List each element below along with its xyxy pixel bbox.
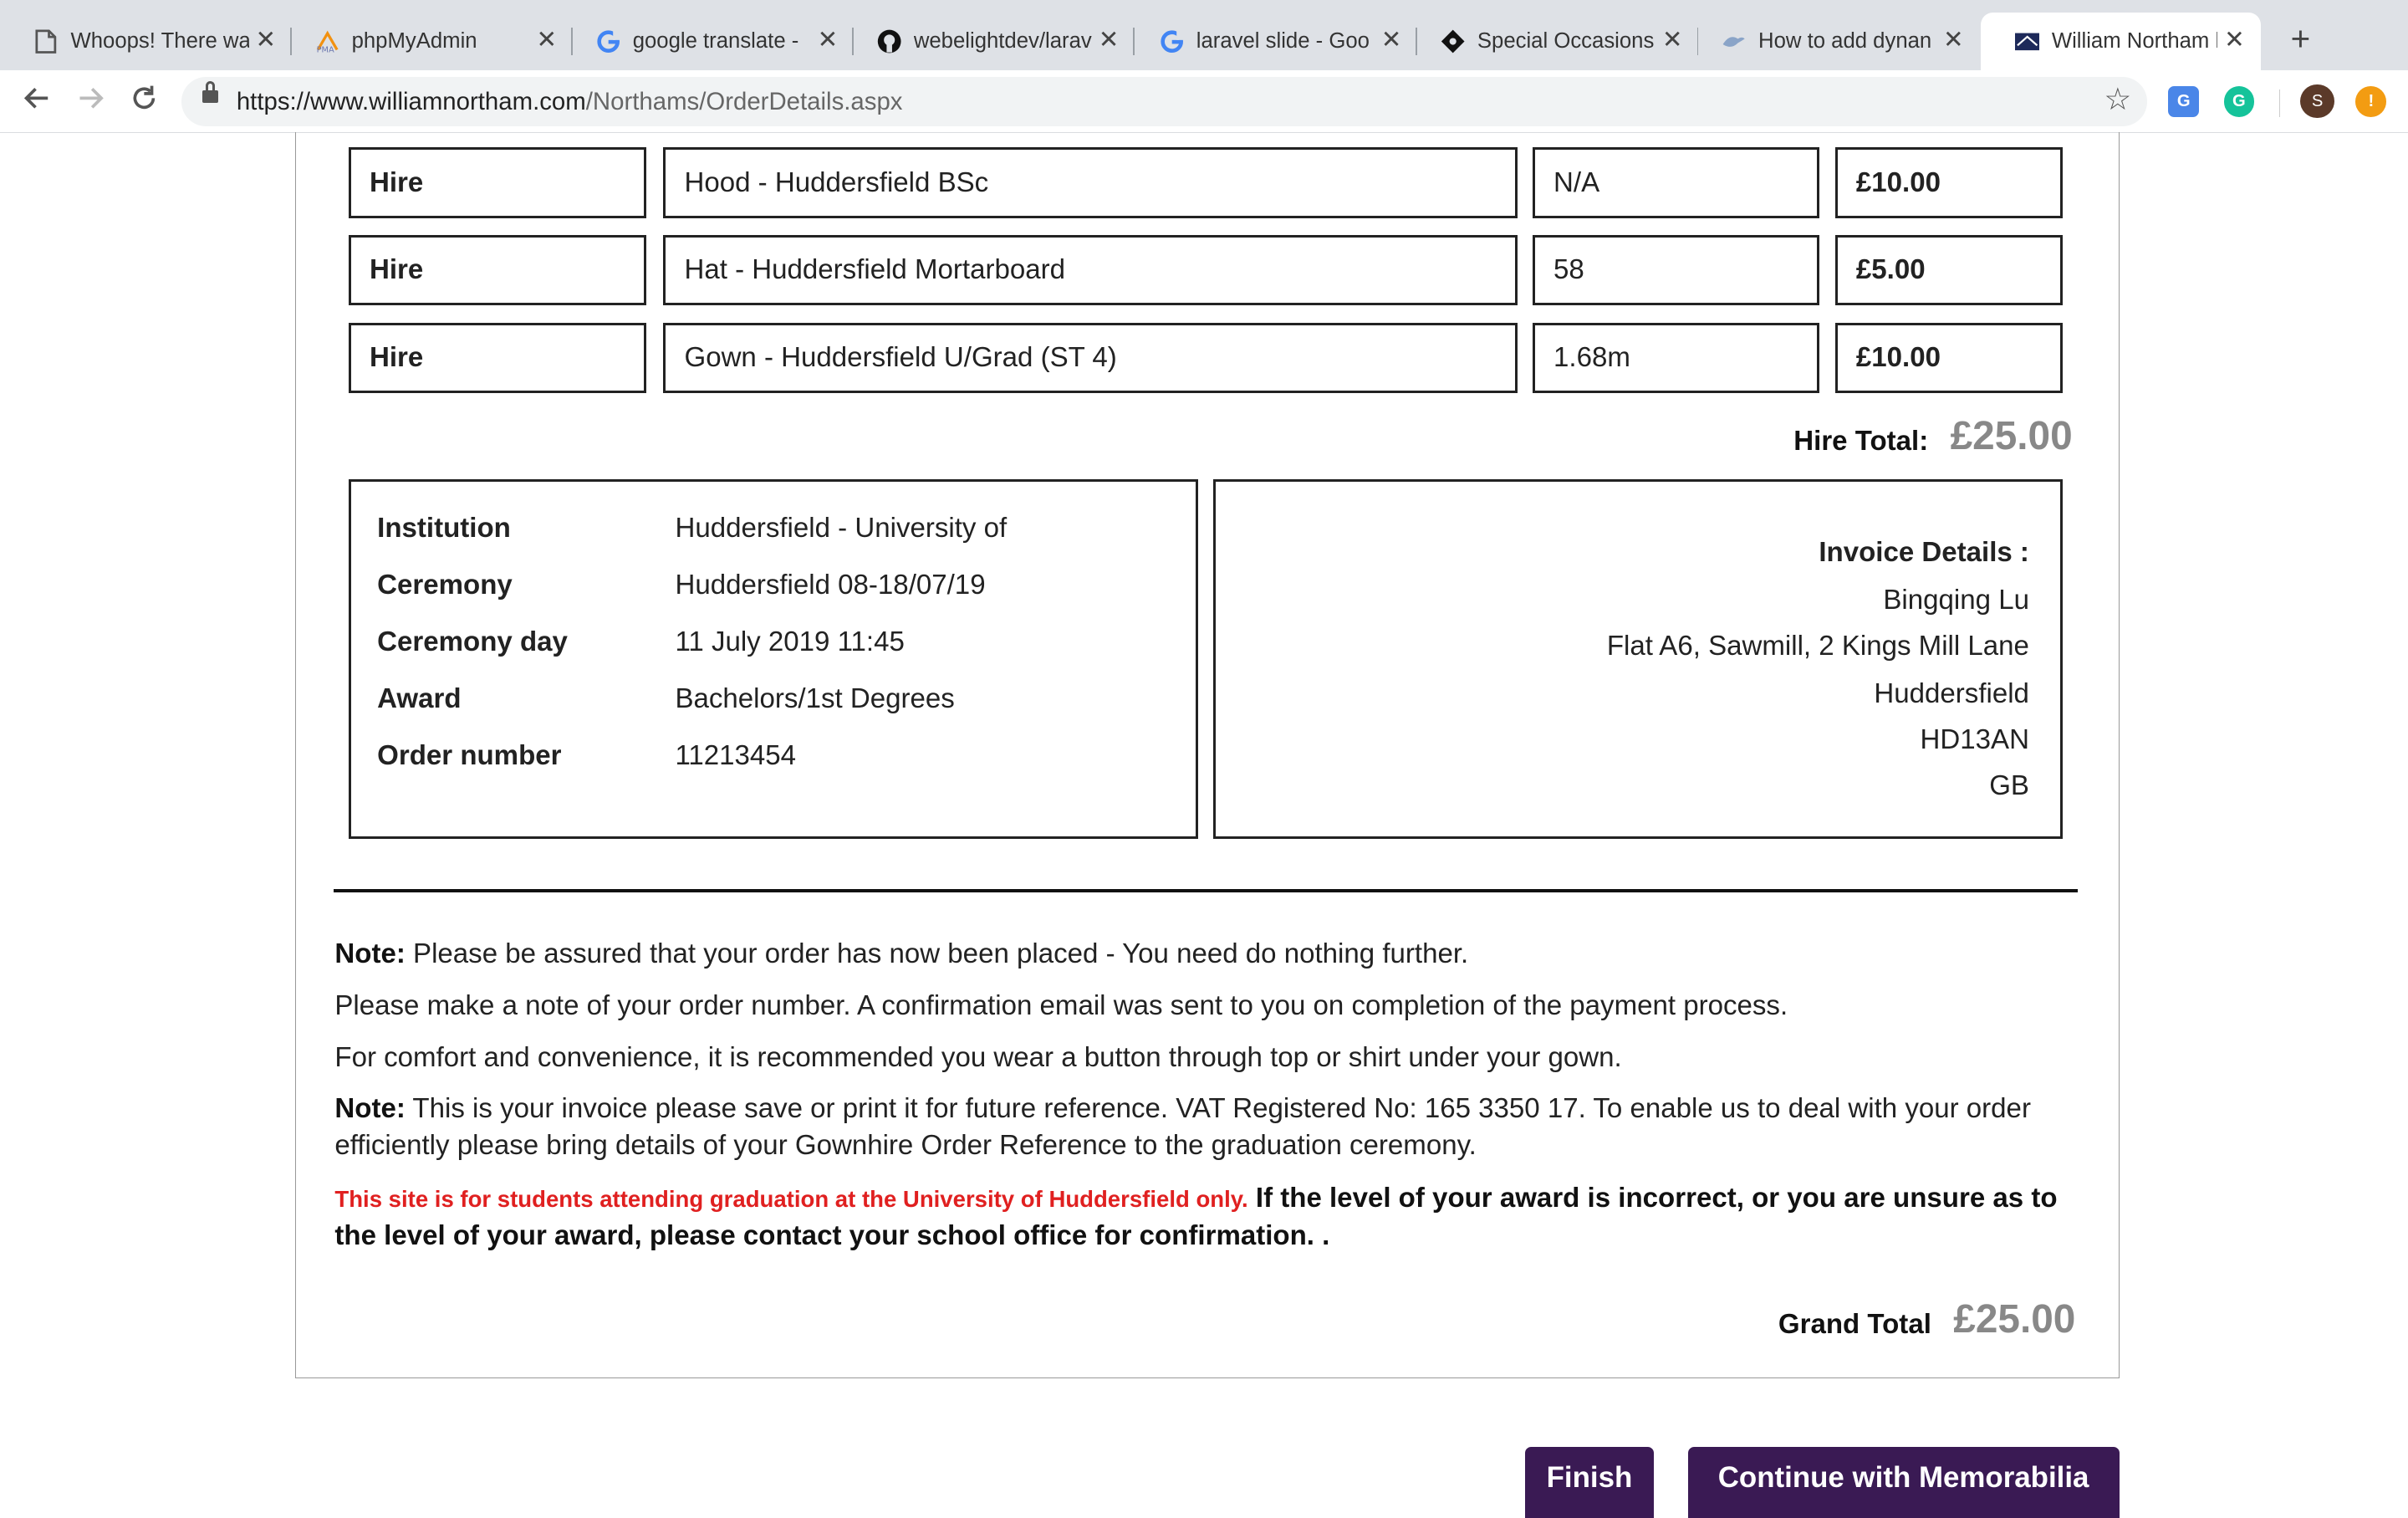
hire-size-cell: N/A <box>1533 147 1820 218</box>
hire-price-cell: £5.00 <box>1834 235 2063 306</box>
close-icon[interactable]: ✕ <box>814 26 841 54</box>
hire-size-cell: 58 <box>1533 235 1820 306</box>
tab-title: Whoops! There wa <box>70 29 249 54</box>
continue-memorabilia-button[interactable]: Continue with Memorabilia <box>1687 1447 2120 1518</box>
detail-label: Order number <box>377 739 562 771</box>
hire-total-value: £25.00 <box>1950 414 2073 459</box>
hire-item-cell: Hat - Huddersfield Mortarboard <box>663 235 1518 306</box>
note-comfort: For comfort and convenience, it is recom… <box>334 1042 1622 1074</box>
northam-icon <box>2014 29 2040 54</box>
note-text: Please be assured that your order has no… <box>405 938 1469 969</box>
tab-title: google translate - <box>632 29 799 54</box>
back-icon[interactable] <box>18 83 55 120</box>
tab-phpmyadmin[interactable]: PMA phpMyAdmin ✕ <box>281 13 574 71</box>
grand-total-value: £25.00 <box>1953 1297 2076 1342</box>
hire-item-cell: Hood - Huddersfield BSc <box>663 147 1518 218</box>
invoice-line: GB <box>1989 770 2029 802</box>
invoice-details-box: Invoice Details : Bingqing Lu Flat A6, S… <box>1212 479 2063 839</box>
note-text: This is your invoice please save or prin… <box>334 1093 2031 1162</box>
note-invoice: Note: This is your invoice please save o… <box>334 1091 2085 1164</box>
lock-icon <box>202 81 218 104</box>
detail-label: Institution <box>377 512 511 544</box>
grand-total-label: Grand Total <box>1778 1308 1931 1340</box>
hire-size-cell: 1.68m <box>1533 322 1820 394</box>
forward-icon[interactable] <box>72 83 109 120</box>
invoice-heading: Invoice Details : <box>1819 537 2029 569</box>
invoice-line: Huddersfield <box>1874 678 2029 710</box>
hire-item-cell: Gown - Huddersfield U/Grad (ST 4) <box>663 322 1518 394</box>
order-number-value: 11213454 <box>675 739 797 771</box>
address-bar[interactable]: https://www.williamnortham.com/Northams/… <box>181 76 2147 126</box>
toolbar-divider <box>2278 89 2281 117</box>
url-text: https://www.williamnortham.com/Northams/… <box>237 88 903 116</box>
tab-title: Special Occasions <box>1477 29 1655 54</box>
note-order-number: Please make a note of your order number.… <box>334 989 1788 1021</box>
invoice-line: Bingqing Lu <box>1883 585 2029 616</box>
close-icon[interactable]: ✕ <box>1095 26 1123 54</box>
note-label: Note: <box>334 938 406 969</box>
browser-toolbar: https://www.williamnortham.com/Northams/… <box>0 70 2408 133</box>
svg-text:PMA: PMA <box>316 46 334 54</box>
hire-price-cell: £10.00 <box>1834 147 2063 218</box>
reload-icon[interactable] <box>126 83 163 120</box>
close-icon[interactable]: ✕ <box>252 26 279 54</box>
close-icon[interactable]: ✕ <box>2221 26 2248 54</box>
tab-strip: Whoops! There wa ✕ PMA phpMyAdmin ✕ goog… <box>0 0 2408 71</box>
finish-button[interactable]: Finish <box>1524 1447 1655 1518</box>
avatar[interactable]: S <box>2300 84 2334 119</box>
detail-value: Huddersfield 08-18/07/19 <box>675 569 986 601</box>
bird-icon <box>1722 29 1746 54</box>
warning-red-text: This site is for students attending grad… <box>334 1185 1248 1212</box>
tab-title: webelightdev/larav <box>913 29 1092 54</box>
tab-title: How to add dynan <box>1758 29 1932 54</box>
google-icon <box>596 29 620 54</box>
hire-total-label: Hire Total: <box>1793 425 1929 457</box>
url-path: /Northams/OrderDetails.aspx <box>585 87 903 115</box>
detail-value: Huddersfield - University of <box>675 512 1008 544</box>
google-icon <box>1160 29 1185 54</box>
close-icon[interactable]: ✕ <box>1659 26 1686 54</box>
detail-value: Bachelors/1st Degrees <box>675 682 955 714</box>
section-divider <box>333 889 2079 893</box>
tab-special-occasions[interactable]: Special Occasions ✕ <box>1406 13 1699 71</box>
phpmyadmin-icon: PMA <box>315 29 339 54</box>
tab-william-northam[interactable]: William Northam h ✕ <box>1981 12 2261 71</box>
note-label: Note: <box>334 1093 406 1125</box>
bookmark-star-icon[interactable]: ☆ <box>2104 81 2131 117</box>
tab-title: phpMyAdmin <box>351 29 477 54</box>
document-icon <box>33 29 58 54</box>
diamond-icon <box>1441 29 1465 54</box>
notification-extension-icon[interactable]: ! <box>2355 85 2387 117</box>
translate-extension-icon[interactable]: G <box>2168 85 2200 117</box>
tab-whoops[interactable]: Whoops! There wa ✕ <box>0 13 292 71</box>
detail-label: Ceremony day <box>377 626 568 657</box>
hire-type-cell: Hire <box>348 235 647 306</box>
award-warning: This site is for students attending grad… <box>334 1180 2085 1255</box>
close-icon[interactable]: ✕ <box>1940 26 1967 54</box>
github-icon <box>877 29 901 54</box>
note-placed: Note: Please be assured that your order … <box>334 936 2085 973</box>
tab-title: laravel slide - Goo <box>1196 29 1370 54</box>
close-icon[interactable]: ✕ <box>1378 26 1406 54</box>
new-tab-icon[interactable]: + <box>2283 22 2317 55</box>
detail-label: Award <box>377 682 462 714</box>
invoice-line: Flat A6, Sawmill, 2 Kings Mill Lane <box>1606 631 2029 662</box>
detail-label: Ceremony <box>377 569 513 601</box>
tab-laravel-slide[interactable]: laravel slide - Goo ✕ <box>1125 13 1418 71</box>
grammarly-extension-icon[interactable]: G <box>2223 85 2255 117</box>
detail-value: 11 July 2019 11:45 <box>675 626 905 657</box>
tab-google-translate[interactable]: google translate - ✕ <box>562 13 855 71</box>
tab-github[interactable]: webelightdev/larav ✕ <box>843 13 1135 71</box>
hire-price-cell: £10.00 <box>1834 322 2063 394</box>
hire-type-cell: Hire <box>348 322 647 394</box>
order-details-box: Institution Huddersfield - University of… <box>348 479 1198 839</box>
url-host: https://www.williamnortham.com <box>236 87 586 115</box>
hire-type-cell: Hire <box>348 147 647 218</box>
close-icon[interactable]: ✕ <box>533 26 560 54</box>
tab-dynamic[interactable]: How to add dynan ✕ <box>1688 13 1980 71</box>
invoice-line: HD13AN <box>1920 724 2029 756</box>
tab-title: William Northam h <box>2051 29 2218 54</box>
